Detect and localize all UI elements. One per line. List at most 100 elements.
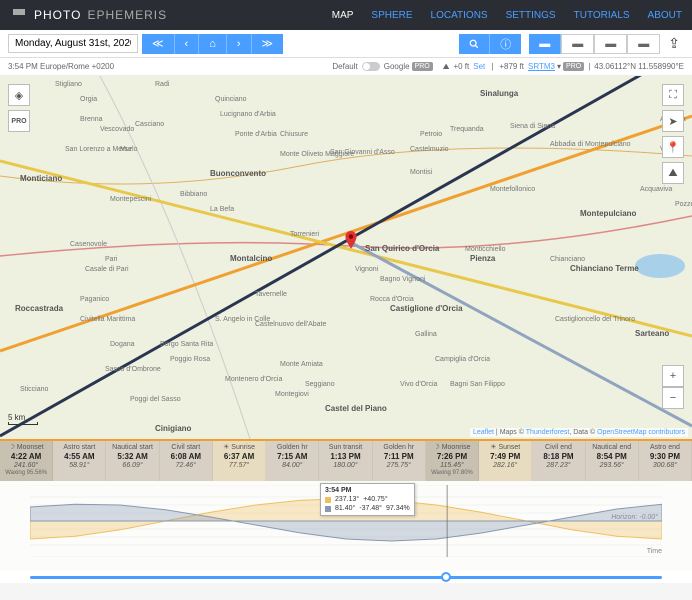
layers-button[interactable]: ◈ [8,84,30,106]
zoom-out-button[interactable]: − [662,387,684,409]
place-label: Acquaviva [640,186,672,193]
ephemeris-cell[interactable]: ☽ Moonset4:22 AM241.60°Waxing 95.56% [0,441,53,481]
layers-icon: ◈ [15,89,23,102]
time-tz: 3:54 PM Europe/Rome +0200 [8,62,114,71]
ephemeris-cell[interactable]: ☀ Sunrise6:37 AM77.57° [213,441,266,481]
layout-3-button[interactable]: ▬ [594,34,627,54]
elev-marker: +0 ft [453,62,469,71]
chevron-down-icon[interactable]: ▾ [557,62,561,71]
ephemeris-cell[interactable]: Astro end9:30 PM300.68° [639,441,692,481]
search-button[interactable] [459,34,490,54]
prev-button[interactable]: ‹ [175,34,200,54]
nav-settings[interactable]: SETTINGS [506,10,556,21]
place-label: Bibbiano [180,191,207,198]
place-label: Monticchiello [465,246,506,253]
brand-b: EPHEMERIS [87,8,167,22]
logo: PHOTO EPHEMERIS [10,6,167,24]
srtm-link[interactable]: SRTM3 [528,62,555,71]
place-label: Pari [105,256,118,263]
place-label: Chianciano Terme [570,264,639,273]
layout-1-button[interactable]: ▬ [529,34,561,54]
ephemeris-cell[interactable]: Astro start4:55 AM58.91° [53,441,106,481]
place-label: Montisi [410,169,433,176]
ephemeris-cell[interactable]: Sun transit1:13 PM180.00° [319,441,372,481]
place-label: Chiusure [280,131,308,138]
ephemeris-cell[interactable]: Civil start6:08 AM72.46° [160,441,213,481]
map-controls-right: ⛶ ➤ 📍 ⛰ [662,84,684,184]
ephemeris-strip: ☽ Moonset4:22 AM241.60°Waxing 95.56%Astr… [0,439,692,481]
prev-fast-button[interactable]: ≪ [142,34,175,54]
map-controls-left: ◈ PRO [8,84,30,132]
ephemeris-cell[interactable]: ☽ Moonrise7:26 PM115.45°Waxing 97.80% [426,441,479,481]
search-icon [469,39,479,49]
zoom-in-button[interactable]: + [662,365,684,387]
place-label: Chianciano [550,256,585,263]
next-fast-button[interactable]: ≫ [252,34,284,54]
map-scale: 5 km [8,413,38,425]
drop-pin-button[interactable]: 📍 [662,136,684,158]
map[interactable]: SinalungaTrequandaAbbadia di Montepulcia… [0,76,692,439]
place-label: Rocca d'Orcia [370,296,414,303]
nav-sphere[interactable]: SPHERE [371,10,412,21]
basemap-default[interactable]: Default [332,62,357,71]
search-group: ⓘ [459,34,521,54]
ephemeris-cell[interactable]: Nautical start5:32 AM66.09° [106,441,159,481]
ephemeris-cell[interactable]: ☀ Sunset7:49 PM282.16° [479,441,532,481]
ephemeris-cell[interactable]: Golden hr7:11 PM275.75° [373,441,426,481]
today-button[interactable]: ⌂ [199,34,227,54]
share-button[interactable]: ⇪ [664,35,684,52]
place-label: Vignoni [355,266,379,273]
camera-tripod-icon [10,6,28,24]
locate-button[interactable]: ➤ [662,110,684,132]
layout-4-button[interactable]: ▬ [627,34,660,54]
set-elevation-link[interactable]: Set [473,62,485,71]
terrain-button[interactable]: ⛰ [662,162,684,184]
place-label: Monte Oliveto Maggiore [280,151,354,158]
altitude-chart[interactable]: -90-60-40-20020406090Horizon: -0.00°2:00… [0,481,692,571]
chart-tooltip: 3:54 PM 237.13°+40.75° 81.40°-37.48°97.3… [320,483,415,516]
pro-badge: PRO [412,62,433,71]
slider-track[interactable] [30,576,662,579]
main-nav: MAP SPHERE LOCATIONS SETTINGS TUTORIALS … [332,10,682,21]
map-attribution: Leaflet | Maps © Thunderforest, Data © O… [470,428,688,437]
fullscreen-button[interactable]: ⛶ [662,84,684,106]
time-slider[interactable] [0,571,692,583]
place-label: Bagni San Filippo [450,381,505,388]
layout-group: ▬ ▬ ▬ ▬ [529,34,660,54]
next-button[interactable]: › [227,34,252,54]
place-label: Monte Amiata [280,361,323,368]
place-label: Cinigiano [155,424,192,433]
basemap-google[interactable]: Google [384,62,410,71]
place-label: Montegiovi [275,391,309,398]
nav-tutorials[interactable]: TUTORIALS [574,10,630,21]
layout-2-button[interactable]: ▬ [561,34,594,54]
place-label: Montefollonico [490,186,535,193]
place-label: Roccastrada [15,304,64,313]
map-pin[interactable] [344,231,358,254]
toggle-switch[interactable] [362,62,380,71]
info-button[interactable]: ⓘ [490,34,521,54]
date-input[interactable] [8,34,138,53]
slider-thumb[interactable] [441,572,451,582]
place-label: Poggio Rosa [170,356,210,363]
place-label: Quinciano [215,96,247,103]
toolbar: ≪ ‹ ⌂ › ≫ ⓘ ▬ ▬ ▬ ▬ ⇪ [0,30,692,58]
place-label: Castel del Piano [325,404,387,413]
place-label: Castiglione d'Orcia [390,304,463,313]
pro-button[interactable]: PRO [8,110,30,132]
nav-map[interactable]: MAP [332,10,354,21]
place-label: Castelnuovo dell'Abate [255,321,326,328]
layout-icon: ▬ [572,38,583,50]
nav-locations[interactable]: LOCATIONS [431,10,488,21]
pin-small-icon: 📍 [666,141,680,154]
ephemeris-cell[interactable]: Golden hr7:15 AM84.00° [266,441,319,481]
place-label: San Lorenzo a Merse [65,146,132,153]
brand-a: PHOTO [34,8,81,22]
ephemeris-cell[interactable]: Nautical end8:54 PM293.56° [586,441,639,481]
pin-icon [344,231,358,251]
coordinates: 43.06112°N 11.558990°E [594,62,684,71]
map-canvas: SinalungaTrequandaAbbadia di Montepulcia… [0,76,692,439]
place-label: Castiglioncello del Trinoro [555,316,635,323]
nav-about[interactable]: ABOUT [648,10,682,21]
ephemeris-cell[interactable]: Civil end8:18 PM287.23° [532,441,585,481]
